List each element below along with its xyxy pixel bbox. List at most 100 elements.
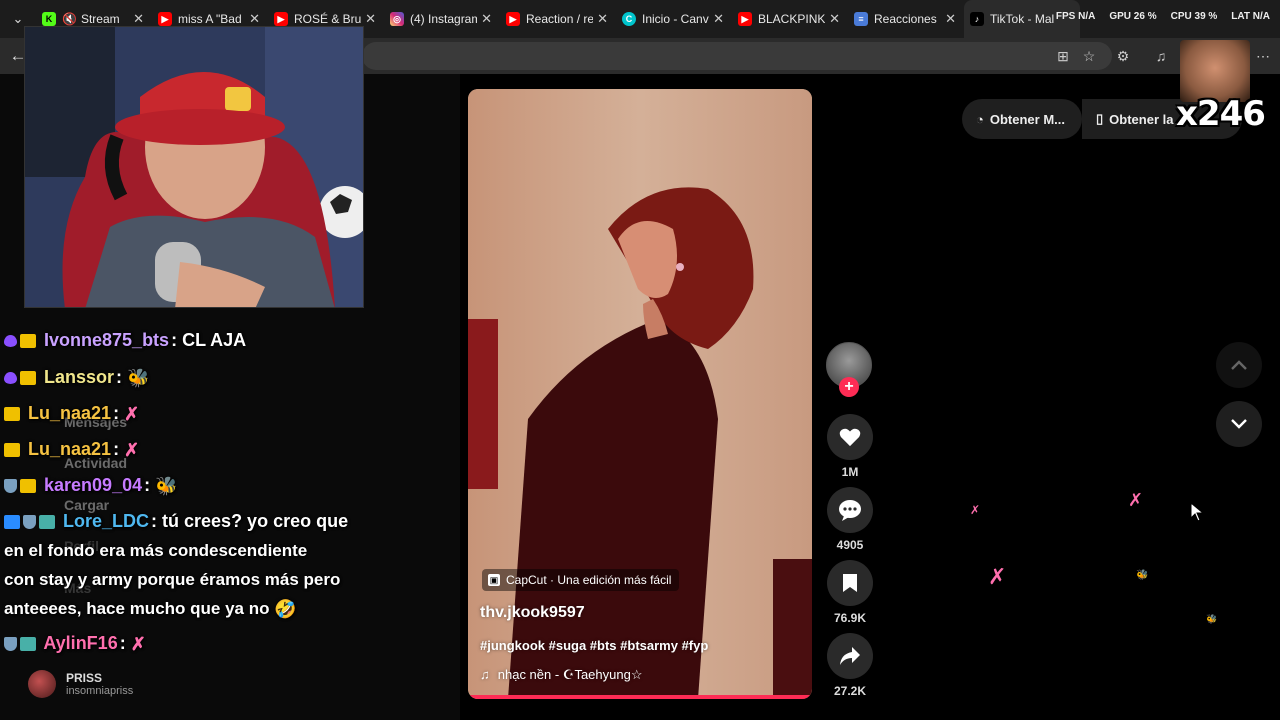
meme-counter-text: x246 (1176, 94, 1266, 134)
close-icon[interactable]: ✕ (713, 11, 724, 27)
save-button[interactable] (827, 560, 873, 606)
tab-canva[interactable]: C Inicio - Canv ✕ (616, 0, 732, 38)
floating-emote-icon: ✗ (970, 503, 981, 517)
shield-badge-icon (4, 479, 17, 494)
get-app-button[interactable]: ◔ Obtener M... (962, 99, 1082, 139)
tab-reacciones[interactable]: ≡ Reacciones ✕ (848, 0, 964, 38)
emote-icon: 🐝 (127, 367, 150, 388)
address-bar[interactable] (362, 42, 1112, 70)
chat-text: : (116, 367, 123, 387)
youtube-icon: ▶ (158, 12, 172, 26)
crown-badge-icon (20, 371, 36, 386)
youtube-icon: ▶ (274, 12, 288, 26)
tiktok-icon: ♪ (970, 12, 984, 26)
close-icon[interactable]: ✕ (829, 11, 840, 27)
chat-text: : (113, 439, 120, 459)
video-progress-bar[interactable] (468, 695, 812, 699)
favorite-star-icon[interactable]: ☆ (1080, 47, 1098, 65)
video-player[interactable]: ▣ CapCut · Una edición más fácil thv.jko… (468, 89, 812, 699)
follow-plus-icon[interactable]: + (839, 377, 859, 397)
chat-text-line: en el fondo era más condescendiente (4, 541, 308, 560)
comment-button[interactable] (827, 487, 873, 533)
floating-emote-icon: 🐝 (1136, 570, 1149, 581)
fps-readout: FPS N/A (1055, 11, 1096, 22)
close-icon[interactable]: ✕ (597, 11, 608, 27)
get-app-label: Obtener M... (989, 111, 1065, 127)
video-author[interactable]: thv.jkook9597 (480, 604, 585, 622)
gb-badge-icon (20, 637, 36, 652)
video-music[interactable]: ♫ nhạc nền - ☪Taehyung☆ (480, 667, 642, 683)
chat-message: karen09_04: 🐝 (4, 475, 178, 497)
chat-username[interactable]: Lu_naa21 (28, 403, 111, 423)
webcam-image (25, 27, 363, 307)
emote-icon: ✗ (130, 633, 146, 654)
tab-label: Reacciones (874, 12, 937, 26)
close-icon[interactable]: ✕ (481, 11, 492, 27)
emote-icon: ✗ (124, 403, 140, 424)
heart-badge-icon (4, 372, 17, 385)
capcut-icon: ▣ (488, 574, 500, 586)
chat-username[interactable]: Ivonne875_bts (44, 330, 169, 350)
coin-icon: ◔ (976, 111, 984, 127)
instagram-icon: ◎ (390, 12, 404, 26)
crown-badge-icon (20, 334, 36, 349)
chat-text: : CL AJA (171, 330, 247, 350)
bookmark-icon (843, 574, 857, 592)
account-switcher[interactable]: PRISS insomniapriss (28, 670, 133, 698)
chevron-down-icon (1231, 419, 1247, 429)
chat-username[interactable]: Lore_LDC (63, 511, 149, 531)
capcut-label: CapCut · Una edición más fácil (506, 573, 672, 587)
previous-video-button[interactable] (1216, 342, 1262, 388)
chat-username[interactable]: Lu_naa21 (28, 439, 111, 459)
music-title: nhạc nền - ☪Taehyung☆ (497, 667, 643, 682)
capcut-badge[interactable]: ▣ CapCut · Una edición más fácil (482, 569, 680, 591)
youtube-icon: ▶ (738, 12, 752, 26)
lat-readout: LAT N/A (1231, 11, 1270, 22)
chat-message: Lu_naa21: ✗ (4, 439, 139, 461)
tab-youtube-reaction[interactable]: ▶ Reaction / re ✕ (500, 0, 616, 38)
comment-icon (839, 500, 861, 521)
like-button[interactable] (827, 414, 873, 460)
split-screen-icon[interactable]: ⊞ (1054, 47, 1072, 65)
canva-icon: C (622, 12, 636, 26)
video-hashtags[interactable]: #jungkook #suga #bts #btsarmy #fyp (480, 638, 708, 653)
kick-icon: K (42, 12, 56, 26)
cpu-readout: CPU 39 % (1170, 11, 1218, 22)
chat-username[interactable]: karen09_04 (44, 475, 142, 495)
tab-label: Inicio - Canv (642, 12, 709, 26)
close-icon[interactable]: ✕ (249, 11, 260, 27)
close-icon[interactable]: ✕ (133, 11, 144, 27)
phone-icon: ▯ (1096, 111, 1104, 126)
close-icon[interactable]: ✕ (365, 11, 376, 27)
media-control-icon[interactable]: ♫ (1152, 47, 1170, 65)
heart-badge-icon (4, 335, 17, 348)
like-count: 1M (841, 465, 859, 479)
mouse-cursor-icon (1190, 502, 1204, 522)
chat-text-line: con stay y army porque éramos más pero (4, 570, 341, 589)
floating-emote-icon: 🐝 (1206, 614, 1218, 624)
performance-overlay: FPS N/A GPU 26 % CPU 39 % LAT N/A (1056, 11, 1270, 22)
music-note-icon: ♫ (480, 667, 490, 682)
tab-label: (4) Instagram (410, 12, 478, 26)
tab-label: Reaction / re (526, 12, 594, 26)
next-video-button[interactable] (1216, 401, 1262, 447)
chat-message-continued: en el fondo era más condescendiente con … (4, 536, 374, 624)
crown-badge-icon (4, 443, 20, 458)
close-icon[interactable]: ✕ (945, 11, 956, 27)
chat-text: : tú crees? yo creo que (151, 511, 349, 531)
extensions-icon[interactable]: ⚙ (1114, 47, 1132, 65)
save-count: 76.9K (833, 611, 867, 625)
tab-instagram[interactable]: ◎ (4) Instagram ✕ (384, 0, 500, 38)
more-options-icon[interactable]: ⋯ (1254, 47, 1272, 65)
emote-icon: 🐝 (155, 475, 178, 496)
emote-icon: ✗ (124, 439, 140, 460)
chat-username[interactable]: AylinF16 (43, 633, 117, 653)
share-arrow-icon (840, 647, 860, 665)
chat-username[interactable]: Lanssor (44, 367, 114, 387)
share-button[interactable] (827, 633, 873, 679)
tab-youtube-blackpink[interactable]: ▶ BLACKPINK ✕ (732, 0, 848, 38)
chat-text: anteeees, hace mucho que ya no (4, 599, 270, 618)
chat-text: : (144, 475, 151, 495)
verified-badge-icon (4, 515, 20, 530)
tab-label: miss A "Bad (178, 12, 242, 26)
